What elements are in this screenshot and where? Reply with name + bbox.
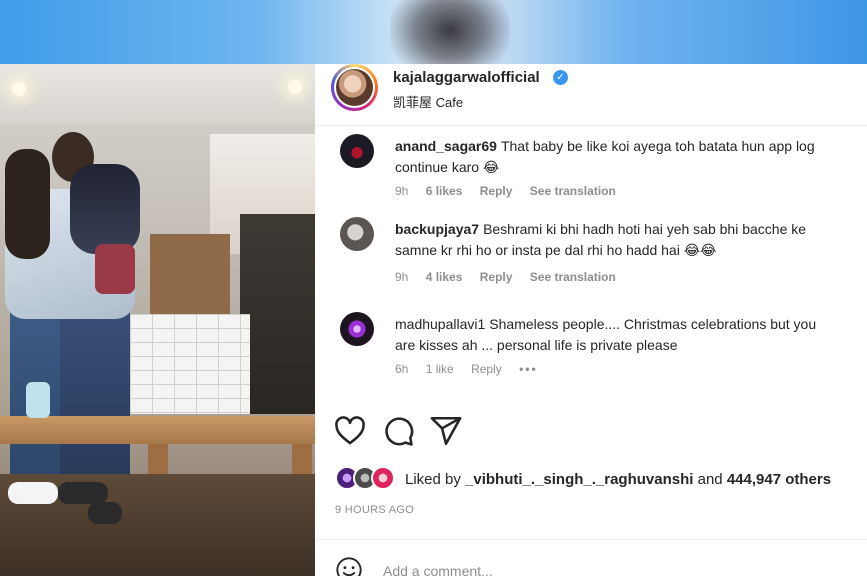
send-icon[interactable] [429,414,463,448]
photo-table [0,416,315,444]
blurred-top-banner [0,0,867,64]
see-translation-button[interactable]: See translation [530,270,616,284]
comment-time: 6h [395,362,409,376]
photo-ceiling [0,64,315,124]
photo-woman-hair [5,149,50,259]
post-location[interactable]: 凯菲屋 Cafe [393,92,463,111]
liked-by-username[interactable]: _vibhuti_._singh_._raghuvanshi [465,471,693,488]
photo-shoe [8,482,58,504]
comment-meta: 9h 4 likes Reply See translation [395,270,630,284]
add-comment-input[interactable] [383,559,783,576]
commenter-avatar[interactable] [340,312,374,346]
photo-baby-leg [95,244,135,294]
comment-time: 9h [395,270,409,284]
comment-likes[interactable]: 4 likes [426,270,463,284]
photo-baby [70,164,140,254]
photo-wall [240,214,315,414]
comment-time: 9h [395,184,409,198]
comment-body: anand_sagar69 That baby be like koi ayega… [395,136,835,178]
comment-body: backupjaya7 Beshrami ki bhi hadh hoti hai… [395,219,835,261]
comment-likes[interactable]: 1 like [426,362,454,376]
reply-button[interactable]: Reply [480,270,513,284]
emoji-icon[interactable] [335,556,363,576]
add-comment-row [315,539,867,576]
post-photo[interactable] [0,64,315,576]
author-username[interactable]: kajalaggarwalofficial [393,69,540,86]
comment-meta: 6h 1 like Reply ••• [395,362,552,376]
photo-shoe [58,482,108,504]
likes-connector: and [697,471,723,488]
comment-likes[interactable]: 6 likes [426,184,463,198]
comment-body: madhupallavi1 Shameless people.... Christ… [395,314,835,356]
heart-icon[interactable] [333,414,367,448]
comment-meta: 9h 6 likes Reply See translation [395,184,630,198]
photo-man-jeans [60,294,130,484]
blurred-shape [390,0,510,64]
photo-shelf [150,234,230,314]
see-translation-button[interactable]: See translation [530,184,616,198]
post-actions [315,414,867,454]
likes-prefix: Liked by [405,471,461,488]
photo-lamp [12,82,26,96]
reply-button[interactable]: Reply [480,184,513,198]
post-header: kajalaggarwalofficial ✓ 凯菲屋 Cafe [315,64,867,126]
comment-username[interactable]: anand_sagar69 [395,138,497,154]
more-options-icon[interactable]: ••• [519,362,538,376]
verified-badge-icon: ✓ [553,70,568,85]
post-timestamp[interactable]: 9 HOURS AGO [335,504,414,516]
photo-tiles [130,314,250,414]
reply-button[interactable]: Reply [471,362,502,376]
commenter-avatar[interactable] [340,134,374,168]
author-avatar-image [336,69,373,106]
photo-cup [26,382,50,418]
likes-row: Liked by _vibhuti_._singh_._raghuvanshi … [335,466,865,494]
comment-icon[interactable] [381,414,415,448]
photo-shoe [88,502,122,524]
likes-summary: Liked by _vibhuti_._singh_._raghuvanshi … [405,471,831,488]
post-side-panel: kajalaggarwalofficial ✓ 凯菲屋 Cafe anand_s… [315,64,867,576]
comment-username[interactable]: madhupallavi1 [395,316,485,332]
likes-count[interactable]: 444,947 others [727,471,831,488]
liker-avatar[interactable] [371,466,395,490]
author-avatar[interactable] [331,64,378,111]
commenter-avatar[interactable] [340,217,374,251]
comment-username[interactable]: backupjaya7 [395,221,479,237]
photo-lamp [288,80,302,94]
